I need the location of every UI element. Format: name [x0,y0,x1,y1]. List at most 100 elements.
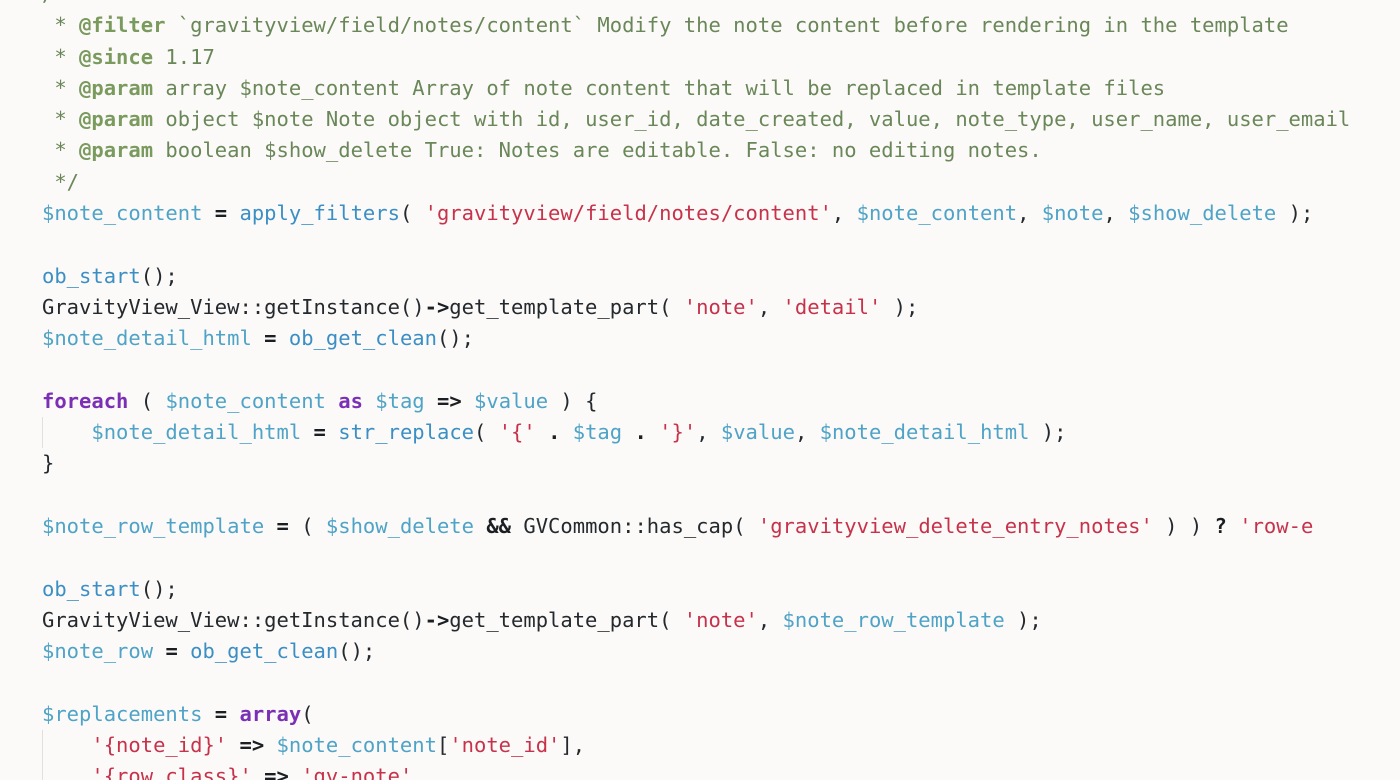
code-line: ob_start(); [0,574,1400,605]
code-token: = [165,639,178,664]
code-token: * [42,107,80,132]
code-token: '{note_id}' [91,733,228,758]
code-token: '{row_class}' [91,764,252,780]
code-token: ); [1029,420,1067,445]
code-line: $replacements = array( [0,699,1400,730]
code-token: $note_content [276,733,437,758]
code-token: , [1103,201,1129,226]
code-token: = [214,201,228,226]
code-token: $note_row_template [782,607,1005,632]
code-token: (); [338,639,376,664]
code-token: 'note' [683,607,758,632]
code-line: * @param array $note_content Array of no… [0,73,1400,104]
code-token: = [264,326,277,351]
code-token: $show_delete [1128,201,1277,226]
code-token: = [276,514,289,539]
code-line: * @param object $note Note object with i… [0,104,1400,135]
code-token: ( [288,514,326,539]
code-token: $value [474,388,549,413]
code-token: $tag [375,388,425,413]
code-token: `gravityview/field/notes/content` Modify… [165,13,1289,38]
code-token: , [757,294,783,319]
code-token: $note_detail_html [91,420,302,445]
code-token: ); [1004,607,1042,632]
code-token: ); [1276,201,1314,226]
code-token: 'gv-note' [301,764,413,780]
code-line: '{row_class}' => 'gv-note' [0,761,1400,780]
code-token: get_template_part( [449,294,684,319]
code-token: => [264,764,289,780]
code-token: 'gravityview_delete_entry_notes' [757,514,1153,539]
code-token: 'note' [683,294,758,319]
code-token: foreach [42,388,129,413]
code-token: && [486,514,512,539]
code-line: ob_start(); [0,261,1400,292]
code-token: ) ) [1152,514,1215,539]
code-viewer[interactable]: /** * @filter `gravityview/field/notes/c… [0,0,1400,780]
code-token: ( [301,701,314,726]
code-token: as [338,388,363,413]
code-token: $note_content [42,201,203,226]
code-token: = [313,420,326,445]
code-token: . [548,420,561,445]
code-token: , [696,420,721,445]
code-token: array [239,701,302,726]
code-token: $value [720,420,795,445]
code-token: $note [1041,201,1104,226]
code-token: ? [1214,514,1227,539]
code-token: $note_detail_html [819,420,1030,445]
code-token: ) { [548,388,598,413]
code-token: ( [399,201,425,226]
code-token: 'row-e [1239,514,1314,539]
code-token: @param [79,138,154,163]
code-token: $note_row [42,639,154,664]
code-token: * [42,13,80,38]
code-token: 'detail' [782,294,882,319]
code-token: $note_row_template [42,514,265,539]
code-line: $note_detail_html = str_replace( '{' . $… [0,417,1400,449]
code-token: ], [560,733,586,758]
code-token: GVCommon::has_cap( [511,514,758,539]
code-token: , [794,420,820,445]
code-line: GravityView_View::getInstance()->get_tem… [0,605,1400,636]
code-line: $note_content = apply_filters( 'gravityv… [0,198,1400,229]
code-token: ob_get_clean [190,639,339,664]
code-token: 'gravityview/field/notes/content' [424,201,832,226]
code-token: (); [436,326,474,351]
code-token: => [436,388,462,413]
code-line: $note_detail_html = ob_get_clean(); [0,323,1400,354]
code-token: apply_filters [239,201,400,226]
code-line: $note_row_template = ( $show_delete && G… [0,511,1400,542]
code-line: '{note_id}' => $note_content['note_id'], [0,730,1400,762]
code-token: ob_start [42,263,141,288]
code-line: * @since 1.17 [0,42,1400,73]
code-token: , [1017,201,1042,226]
code-token: get_template_part( [449,607,684,632]
code-token: } [42,451,55,476]
code-token: $show_delete [325,514,474,539]
code-line: /** [0,0,1400,10]
code-token: @filter [79,13,166,38]
code-token: boolean $show_delete True: Notes are edi… [153,138,1042,163]
code-line: foreach ( $note_content as $tag => $valu… [0,386,1400,417]
code-line: * @param boolean $show_delete True: Note… [0,135,1400,166]
code-token: (); [140,576,178,601]
code-line: * @filter `gravityview/field/notes/conte… [0,10,1400,41]
